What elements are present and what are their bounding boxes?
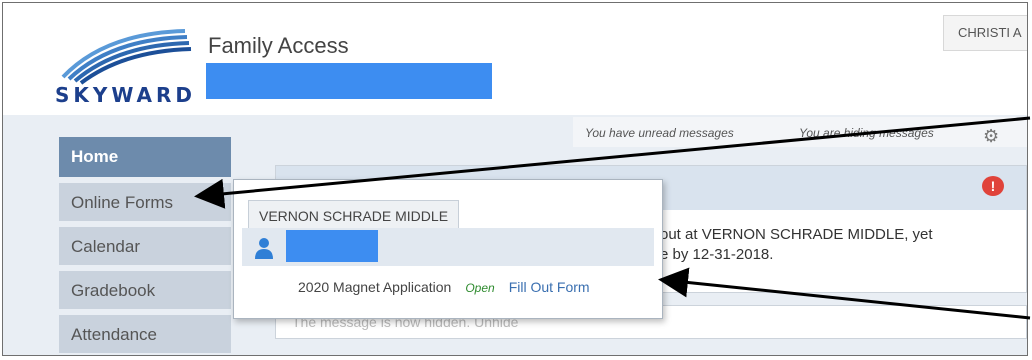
annotation-arrows — [194, 116, 1031, 320]
arrow-to-online-forms — [194, 116, 1031, 209]
arrow-to-fill-out-form — [658, 267, 1031, 320]
